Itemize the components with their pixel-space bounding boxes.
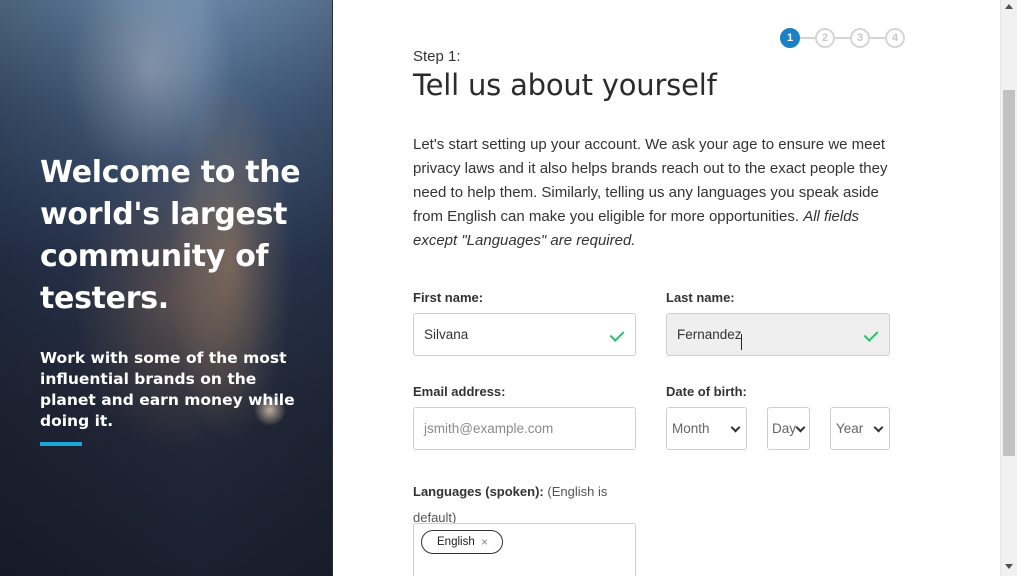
dob-day-select[interactable]: Day — [767, 407, 810, 450]
valid-check-icon — [609, 327, 625, 342]
step-label: Step 1: — [413, 48, 461, 65]
chevron-down-icon — [795, 422, 806, 433]
intro-paragraph: Let's start setting up your account. We … — [413, 133, 905, 253]
hero-subtitle: Work with some of the most influential b… — [40, 349, 295, 430]
languages-label-text: Languages (spoken): — [413, 484, 544, 499]
chevron-down-icon — [873, 422, 884, 433]
dob-month-select[interactable]: Month — [666, 407, 747, 450]
chevron-down-icon — [730, 422, 741, 433]
remove-tag-icon[interactable]: × — [481, 535, 488, 549]
step-1-indicator: 1 — [780, 28, 800, 48]
first-name-input[interactable]: Silvana — [413, 313, 636, 356]
step-3-indicator: 3 — [850, 28, 870, 48]
page-scrollbar[interactable] — [1000, 0, 1017, 576]
step-connector — [870, 37, 885, 39]
first-name-label: First name: — [413, 290, 484, 305]
step-connector — [800, 37, 815, 39]
hero-accent-bar — [40, 442, 82, 446]
scroll-down-arrow-icon[interactable] — [1005, 564, 1013, 569]
page-title: Tell us about yourself — [413, 68, 717, 102]
scroll-up-arrow-icon[interactable] — [1005, 4, 1013, 9]
email-input[interactable]: jsmith@example.com — [413, 407, 636, 450]
dob-year-value: Year — [836, 421, 864, 436]
dob-year-select[interactable]: Year — [830, 407, 890, 450]
step-2-indicator: 2 — [815, 28, 835, 48]
email-placeholder: jsmith@example.com — [424, 421, 554, 436]
progress-stepper: 1 2 3 4 — [780, 28, 905, 48]
last-name-label: Last name: — [666, 290, 735, 305]
email-label: Email address: — [413, 384, 506, 399]
dob-label: Date of birth: — [666, 384, 747, 399]
step-connector — [835, 37, 850, 39]
first-name-value: Silvana — [424, 327, 469, 342]
scrollbar-thumb[interactable] — [1003, 90, 1015, 456]
dob-day-value: Day — [772, 421, 797, 436]
language-tag-english: English × — [421, 530, 503, 554]
hero-divider — [332, 0, 333, 576]
text-cursor — [741, 334, 742, 350]
step-4-indicator: 4 — [885, 28, 905, 48]
last-name-input[interactable]: Fernandez — [666, 313, 890, 356]
valid-check-icon — [863, 327, 879, 342]
last-name-value: Fernandez — [677, 327, 742, 342]
language-tag-label: English — [437, 536, 475, 548]
hero-title: Welcome to the world's largest community… — [40, 155, 301, 316]
dob-month-value: Month — [672, 421, 710, 436]
